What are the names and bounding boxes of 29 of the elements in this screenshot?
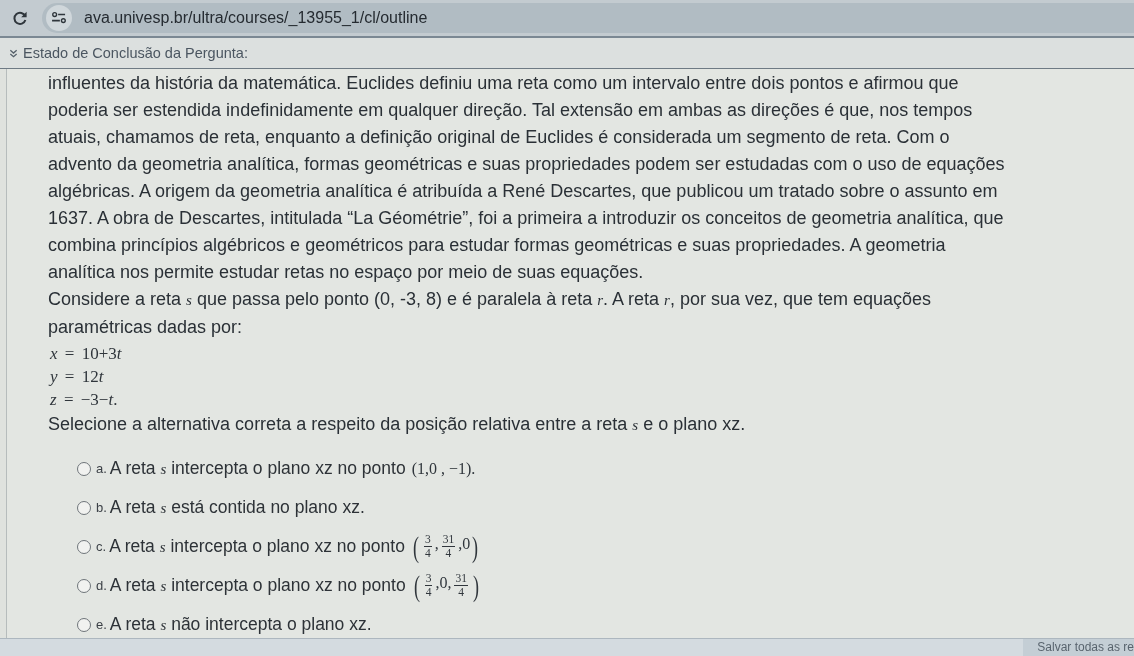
equation: x = 10+3t (50, 343, 122, 365)
url-text[interactable]: ava.univesp.br/ultra/courses/_13955_1/cl/outline (84, 9, 428, 27)
radio-button[interactable] (77, 500, 91, 515)
double-chevron-icon[interactable] (9, 48, 18, 58)
status-label: Estado de Conclusão da Pergunta: (23, 45, 248, 61)
reload-icon[interactable] (12, 10, 28, 26)
address-bar[interactable]: ava.univesp.br/ultra/courses/_13955_1/cl/outline (42, 3, 1134, 33)
save-all-button[interactable]: Salvar todas as re (1023, 639, 1134, 656)
option-text: A reta s está contida no plano xz. (109, 497, 365, 518)
option-letter: d. (96, 578, 107, 593)
radio-button[interactable] (77, 617, 91, 632)
radio-button[interactable] (77, 539, 91, 554)
equation: y = 12t (50, 366, 104, 388)
question-text: Considere a reta s que passa pelo ponto (0, -3, 8) e é paralela à reta r. A reta r, por sua vez, que tem equações paramétricas dadas por: (48, 288, 933, 339)
equation: z = −3−t. (50, 389, 118, 411)
option-letter: e. (96, 617, 107, 632)
option-letter: a. (96, 461, 107, 476)
point-coordinates: (1,0 , −1). (411, 458, 476, 480)
option-letter: c. (96, 539, 107, 554)
radio-button[interactable] (77, 461, 91, 476)
option-text: A reta s intercepta o plano xz no ponto (109, 536, 405, 557)
option-text: A reta s intercepta o plano xz no ponto (109, 575, 406, 596)
sliders-icon[interactable] (46, 5, 72, 31)
option-text: A reta s não intercepta o plano xz. (109, 614, 372, 635)
question-text: influentes da história da matemática. Euclides definiu uma reta como um intervalo entre dois pontos e afirmou que poderia ser estendida indefinidamente em qualquer direção. Tal extensão em ambas as direções é que, nos tempos atuais, chamamos de reta, enquanto a definição original de Euclides é considerada um segmento de reta. Com o advento da geometria analítica, formas geométricas e suas propriedades podem ser estudadas com o uso de equações algébricas. A origem da geometria analítica é atribuída a René Descartes, que publicou um tratado sobre o assunto em 1637. A obra de Descartes, intitulada “La Géométrie”, foi a primeira a introduzir os conceitos de geometria analítica, que combina princípios algébricos e geométricos para estudar formas geométricas e suas propriedades. A geometria analítica nos permite estudar retas no espaço por meio de suas equações. (48, 72, 1006, 284)
option-letter: b. (96, 500, 107, 515)
question-prompt: Selecione a alternativa correta a respeito da posição relativa entre a reta s e o plano xz. (48, 413, 747, 436)
option-text: A reta s intercepta o plano xz no ponto (109, 458, 406, 479)
radio-button[interactable] (77, 578, 91, 593)
